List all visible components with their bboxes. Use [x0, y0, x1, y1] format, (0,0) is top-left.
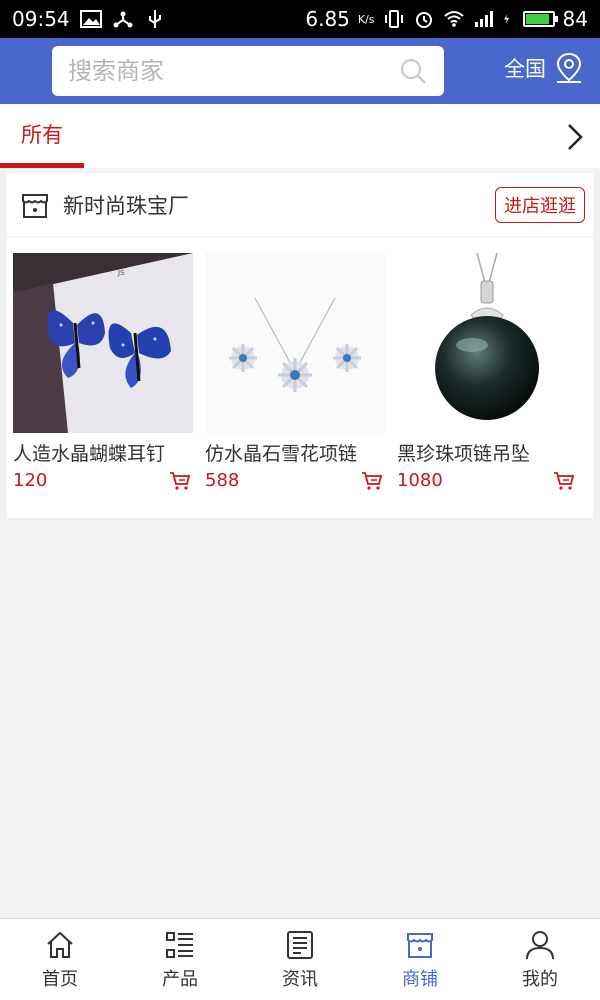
nav-home[interactable]: 首页	[0, 919, 120, 1000]
store-icon	[22, 193, 48, 218]
product-price: 1080	[397, 470, 443, 491]
map-pin-icon	[556, 52, 582, 83]
alarm-icon	[415, 12, 432, 28]
product-item[interactable]: 黑珍珠项链吊坠 1080	[397, 253, 577, 491]
product-image-snowflake-necklace[interactable]	[205, 253, 385, 433]
nav-label: 资讯	[282, 968, 318, 990]
tab-all[interactable]: 所有	[0, 104, 84, 168]
product-list: JS 人造水晶蝴蝶耳钉 120 仿水晶石雪花项链 588 黑珍珠项链吊坠 108…	[7, 237, 593, 491]
product-image-butterfly-earrings[interactable]: JS	[13, 253, 193, 433]
nav-label: 首页	[42, 968, 78, 990]
cart-icon[interactable]	[361, 471, 383, 491]
product-item[interactable]: JS 人造水晶蝴蝶耳钉 120	[13, 253, 193, 491]
usb-icon	[148, 10, 161, 28]
signal-icon	[474, 11, 493, 27]
wifi-icon	[443, 11, 464, 27]
visit-store-button[interactable]: 进店逛逛	[495, 186, 585, 223]
chevron-right-icon[interactable]	[564, 122, 586, 152]
net-unit: K/s	[357, 12, 375, 26]
svg-text:JS: JS	[117, 269, 125, 277]
status-time: 09:54	[12, 7, 70, 31]
product-name: 人造水晶蝴蝶耳钉	[13, 443, 166, 465]
app-header: 全国	[0, 38, 600, 104]
product-price: 120	[13, 470, 48, 491]
location-label: 全国	[504, 57, 546, 81]
net-speed: 6.85	[305, 7, 350, 31]
search-icon[interactable]	[398, 56, 428, 86]
cart-icon[interactable]	[169, 471, 191, 491]
nav-label: 商铺	[402, 968, 438, 990]
home-icon	[47, 931, 73, 958]
product-name: 仿水晶石雪花项链	[205, 443, 358, 465]
store-card: 新时尚珠宝厂 进店逛逛 JS 人造水晶蝴蝶耳钉 120 仿水晶石雪花项链 588…	[7, 173, 593, 518]
product-name: 黑珍珠项链吊坠	[397, 443, 531, 465]
nav-label: 我的	[522, 968, 558, 990]
image-icon	[79, 10, 102, 28]
user-icon	[526, 930, 554, 959]
nav-stores[interactable]: 商铺	[360, 919, 480, 1000]
nav-label: 产品	[162, 968, 198, 990]
list-icon	[166, 931, 193, 958]
search-input[interactable]	[68, 57, 398, 85]
nav-products[interactable]: 产品	[120, 919, 240, 1000]
share-icon	[113, 11, 133, 28]
store-name: 新时尚珠宝厂	[63, 193, 189, 218]
status-bar: 09:54 6.85 K/s 84	[0, 0, 600, 38]
battery-level: 84	[562, 7, 588, 31]
cart-icon[interactable]	[553, 471, 575, 491]
product-item[interactable]: 仿水晶石雪花项链 588	[205, 253, 385, 491]
nav-news[interactable]: 资讯	[240, 919, 360, 1000]
search-box[interactable]	[52, 46, 444, 96]
battery-icon	[522, 11, 558, 27]
product-image-black-pearl-pendant[interactable]	[397, 253, 577, 433]
product-price: 588	[205, 470, 240, 491]
news-icon	[287, 930, 313, 959]
store-header: 新时尚珠宝厂 进店逛逛	[7, 173, 593, 237]
location-selector[interactable]: 全国	[504, 52, 584, 84]
bottom-nav: 首页 产品 资讯 商铺 我的	[0, 918, 600, 1000]
nav-profile[interactable]: 我的	[480, 919, 600, 1000]
category-tabs: 所有	[0, 104, 600, 168]
store-icon	[407, 932, 433, 958]
vibrate-icon	[384, 10, 403, 28]
charging-icon	[503, 14, 509, 24]
